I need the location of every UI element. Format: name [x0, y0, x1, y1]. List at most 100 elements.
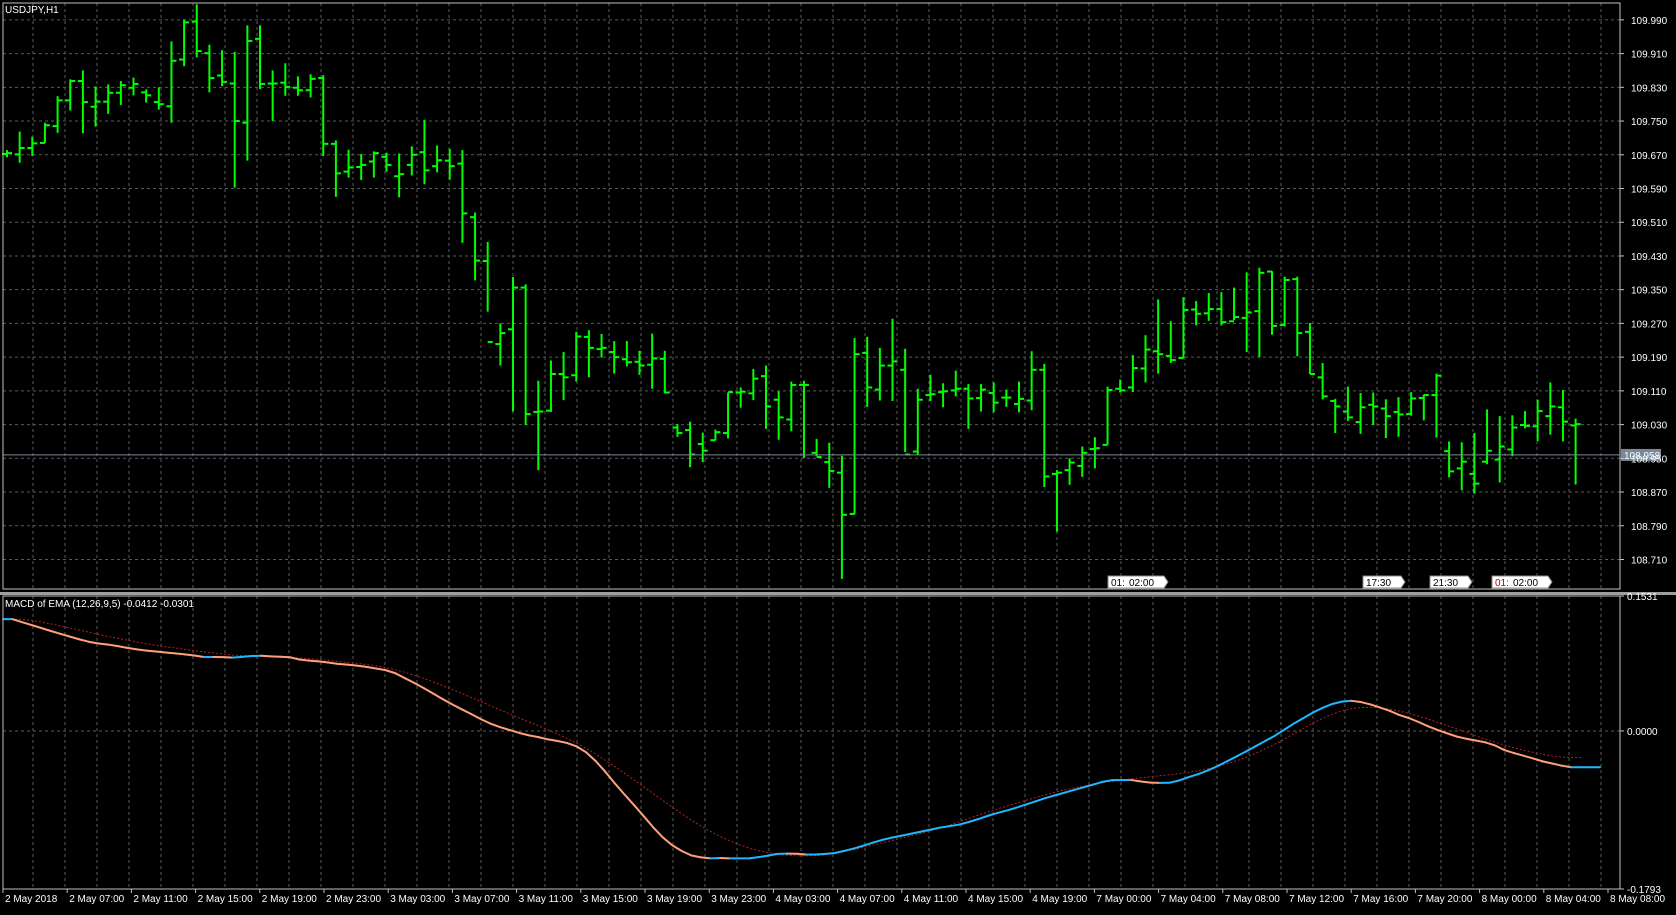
chart-window[interactable]: 108.95801:02:0017:3021:3001:02:00 109.99…	[0, 0, 1676, 910]
ohlc-bar	[698, 433, 708, 463]
macd-line-up-segment	[1064, 790, 1074, 793]
price-tick-label: 108.870	[1631, 488, 1668, 499]
ohlc-bar	[1457, 442, 1467, 490]
ohlc-bar	[141, 89, 151, 102]
macd-line-down-segment	[510, 730, 520, 733]
macd-line-down-segment	[701, 857, 711, 858]
time-tick-label: 7 May 20:00	[1417, 894, 1472, 905]
session-marker-prefix: 01:	[1495, 578, 1509, 589]
macd-line-up-segment	[1313, 708, 1323, 713]
ohlc-bar	[1280, 277, 1290, 327]
chart-canvas[interactable]: 108.95801:02:0017:3021:3001:02:00 109.99…	[0, 0, 1676, 910]
ohlc-bar	[457, 150, 467, 243]
ohlc-bar	[1254, 268, 1264, 357]
ohlc-bar	[799, 381, 809, 458]
macd-line-up-segment	[242, 656, 252, 657]
ohlc-bar	[230, 52, 240, 188]
macd-line-down-segment	[472, 714, 482, 719]
pane-separator[interactable]	[0, 592, 1676, 595]
ohlc-bar	[925, 375, 935, 401]
macd-line-down-segment	[558, 741, 568, 743]
ohlc-bar	[129, 78, 139, 96]
macd-line-down-segment	[424, 688, 434, 694]
ohlc-bar	[40, 123, 50, 143]
ohlc-bar	[1431, 374, 1441, 438]
macd-line-down-segment	[51, 631, 61, 634]
ohlc-bar	[318, 75, 328, 156]
macd-line-down-segment	[644, 816, 654, 827]
macd-line-down-segment	[634, 805, 644, 816]
macd-line-down-segment	[663, 837, 673, 845]
macd-line-down-segment	[1485, 742, 1495, 745]
macd-line-down-segment	[1380, 708, 1390, 711]
macd-line-up-segment	[1093, 782, 1103, 785]
ohlc-bar	[862, 337, 872, 407]
ohlc-bar	[533, 381, 543, 470]
price-tick-label: 109.990	[1631, 16, 1668, 27]
session-marker: 21:30	[1430, 576, 1472, 589]
ohlc-bar	[660, 351, 670, 394]
ohlc-bar	[356, 154, 366, 180]
ohlc-bar	[812, 439, 822, 457]
ohlc-bar	[432, 145, 442, 172]
ohlc-bar	[382, 153, 392, 172]
macd-line-up-segment	[1265, 736, 1275, 741]
ohlc-bar	[1533, 400, 1543, 441]
price-tick-label: 109.030	[1631, 421, 1668, 432]
macd-line-up-segment	[978, 816, 988, 819]
macd-line-up-segment	[749, 857, 759, 858]
macd-line-up-segment	[835, 851, 845, 853]
time-tick-label: 8 May 04:00	[1546, 894, 1601, 905]
macd-line-down-segment	[605, 772, 615, 784]
time-tick-label: 2 May 19:00	[262, 894, 317, 905]
macd-line-down-segment	[1399, 715, 1409, 718]
time-tick-label: 4 May 15:00	[968, 894, 1023, 905]
ohlc-bar	[116, 81, 126, 105]
macd-line-down-segment	[223, 657, 233, 658]
macd-line-down-segment	[194, 655, 204, 656]
ohlc-bar	[103, 84, 113, 114]
macd-line-down-segment	[548, 739, 558, 741]
macd-line-down-segment	[395, 673, 405, 678]
time-tick-label: 3 May 19:00	[647, 894, 702, 905]
macd-line-down-segment	[539, 737, 549, 739]
macd-line-down-segment	[596, 761, 606, 772]
macd-line-up-segment	[1256, 741, 1266, 746]
macd-line-up-segment	[1342, 701, 1352, 702]
time-tick-label: 3 May 15:00	[583, 894, 638, 905]
macd-line-down-segment	[433, 694, 443, 700]
ohlc-bar	[1558, 390, 1568, 441]
price-tick-label: 109.270	[1631, 319, 1668, 330]
ohlc-bar	[546, 361, 556, 412]
ohlc-bar	[1305, 323, 1315, 374]
macd-line-down-segment	[280, 657, 290, 658]
ohlc-bar	[1381, 399, 1391, 438]
macd-line-down-segment	[366, 667, 376, 669]
ohlc-bar	[1103, 387, 1113, 445]
macd-line-down-segment	[319, 661, 329, 662]
session-marker: 01:02:00	[1108, 576, 1168, 589]
macd-pane[interactable]	[3, 619, 1600, 858]
macd-line-down-segment	[797, 854, 807, 855]
ohlc-bar	[710, 430, 720, 441]
time-tick-label: 3 May 07:00	[454, 894, 509, 905]
macd-line-up-segment	[1304, 713, 1314, 718]
macd-line-down-segment	[452, 705, 462, 710]
time-tick-label: 4 May 03:00	[775, 894, 830, 905]
ohlc-bar	[1343, 387, 1353, 421]
macd-line-up-segment	[940, 826, 950, 827]
macd-line-down-segment	[309, 661, 319, 662]
ohlc-bar	[204, 45, 214, 93]
price-pane[interactable]: 108.95801:02:0017:3021:3001:02:00	[2, 4, 1661, 589]
macd-line-down-segment	[672, 845, 682, 851]
time-tick-label: 4 May 07:00	[840, 894, 895, 905]
macd-line-down-segment	[60, 634, 70, 637]
ohlc-bar	[91, 86, 101, 126]
ohlc-bar	[407, 146, 417, 175]
signal-line	[3, 619, 1581, 856]
ohlc-bar	[521, 284, 531, 425]
macd-line-down-segment	[1141, 782, 1151, 783]
ohlc-bar	[369, 151, 379, 177]
macd-line-down-segment	[127, 648, 137, 649]
macd-line-down-segment	[1447, 733, 1457, 736]
